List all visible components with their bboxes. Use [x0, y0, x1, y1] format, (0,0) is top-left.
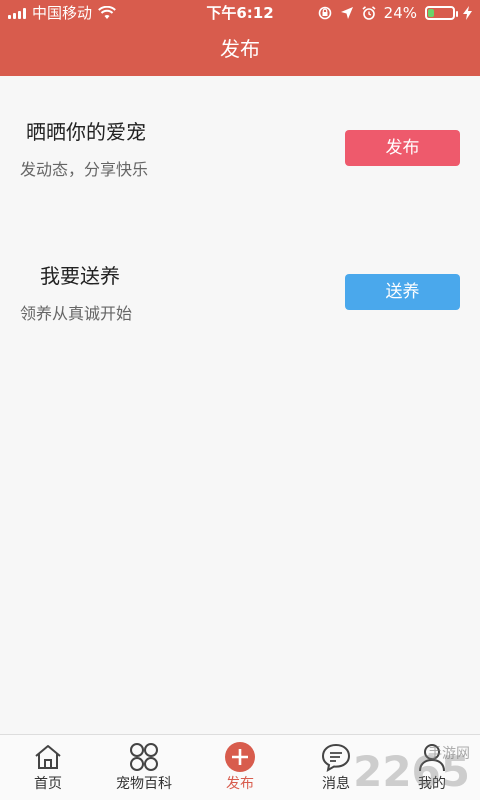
tab-messages-label: 消息: [322, 776, 350, 792]
tab-bar: 首页 宠物百科 发布 消息 我的: [0, 734, 480, 800]
rehome-title: 我要送养: [40, 264, 120, 288]
charging-icon: [463, 6, 472, 20]
app-screen: 中国移动 下午6:12 24% 发布 晒晒你的爱宠 发动态，分享快乐 发布 我要…: [0, 0, 480, 800]
rehome-pet-row: 我要送养 领养从真诚开始 送养: [0, 252, 480, 362]
tab-home[interactable]: 首页: [0, 735, 96, 800]
lock-rotation-icon: [318, 6, 331, 20]
battery-percent: 24%: [383, 4, 417, 22]
page-title: 发布: [220, 37, 260, 61]
battery-icon: [425, 6, 458, 20]
rehome-subtitle: 领养从真诚开始: [20, 304, 133, 323]
battery-fill: [428, 9, 434, 17]
user-icon: [415, 740, 449, 774]
post-pet-row: 晒晒你的爱宠 发动态，分享快乐 发布: [0, 108, 480, 218]
tab-messages[interactable]: 消息: [288, 735, 384, 800]
publish-button[interactable]: 发布: [345, 130, 460, 166]
status-right: 24%: [318, 0, 472, 26]
tab-publish[interactable]: 发布: [192, 735, 288, 800]
post-pet-subtitle: 发动态，分享快乐: [20, 160, 149, 179]
tab-me-label: 我的: [418, 776, 446, 792]
status-bar: 中国移动 下午6:12 24%: [0, 0, 480, 26]
message-icon: [319, 740, 353, 774]
alarm-icon: [362, 6, 376, 20]
home-icon: [31, 740, 65, 774]
tab-publish-label: 发布: [226, 776, 254, 792]
encyclopedia-icon: [127, 740, 161, 774]
location-icon: [340, 7, 353, 19]
tab-encyclopedia[interactable]: 宠物百科: [96, 735, 192, 800]
add-circle-icon: [223, 740, 257, 774]
tab-encyclopedia-label: 宠物百科: [116, 776, 172, 792]
header: 中国移动 下午6:12 24% 发布: [0, 0, 480, 76]
tab-me[interactable]: 我的: [384, 735, 480, 800]
post-pet-title: 晒晒你的爱宠: [26, 120, 146, 144]
rehome-button[interactable]: 送养: [345, 274, 460, 310]
tab-home-label: 首页: [34, 776, 62, 792]
